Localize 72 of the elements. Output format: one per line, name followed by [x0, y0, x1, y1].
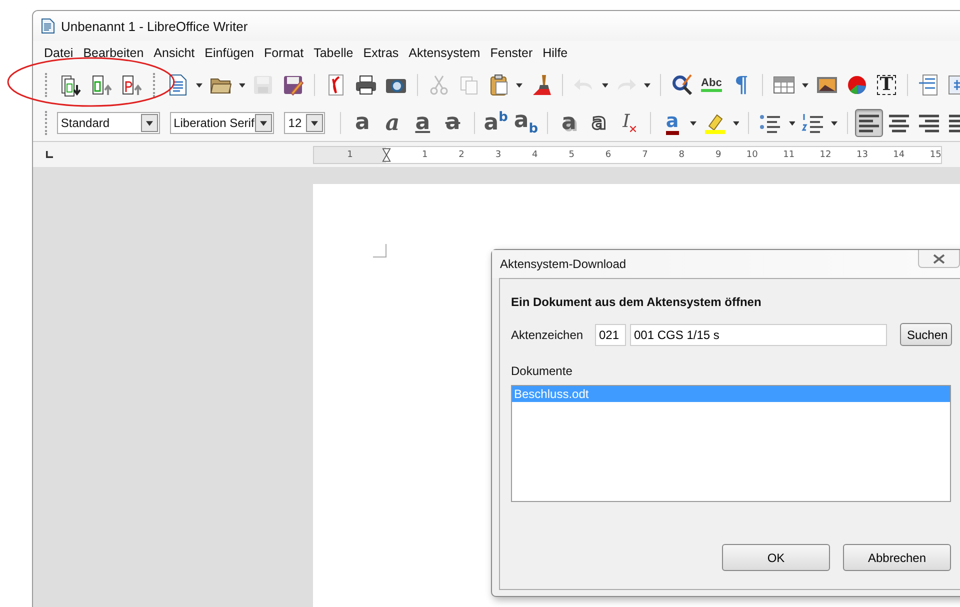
x-mark-icon — [630, 126, 636, 132]
ruler-number: 6 — [605, 148, 612, 162]
toolbar-grip[interactable] — [152, 73, 156, 97]
subscript-button[interactable]: a$_{b}$ — [512, 109, 540, 137]
ruler-number: 5 — [568, 148, 574, 162]
shadow-button[interactable]: a — [554, 109, 584, 137]
menu-item[interactable]: Bearbeiten — [78, 46, 149, 60]
pilcrow-button[interactable]: ¶ — [727, 71, 756, 99]
menu-item[interactable]: Aktensystem — [404, 46, 486, 60]
bold-button[interactable]: a — [348, 109, 376, 137]
file-number-field[interactable]: 001 CGS 1/15 s — [630, 324, 887, 346]
doc-download-icon — [58, 73, 83, 97]
ruler-number: 1 — [347, 148, 353, 162]
list-label: Dokumente — [511, 364, 574, 378]
numbering-icon — [801, 111, 826, 135]
caret-icon[interactable] — [732, 120, 740, 126]
search-button[interactable]: Suchen — [900, 323, 952, 346]
font-color-button[interactable]: a — [658, 109, 686, 137]
clear-button[interactable]: I — [615, 109, 644, 137]
menu-item[interactable]: Hilfe — [538, 46, 573, 60]
caret-icon[interactable] — [802, 82, 809, 88]
caret-icon[interactable] — [788, 120, 796, 126]
menu-item[interactable]: Einfügen — [200, 46, 260, 60]
menu-item[interactable]: Datei — [39, 46, 78, 60]
menu-item[interactable]: Fenster — [485, 46, 538, 60]
menu-item[interactable]: Ansicht — [148, 46, 200, 60]
ruler-number: 13 — [856, 148, 868, 162]
find-icon — [670, 73, 694, 97]
ruler-number: 12 — [820, 148, 832, 162]
toolbar-grip[interactable] — [45, 111, 49, 135]
tab-stop-icon[interactable] — [46, 151, 53, 158]
file-prefix-field[interactable]: 021 — [595, 324, 626, 346]
menu-item[interactable]: Extras — [358, 46, 404, 60]
ruler-number: 11 — [783, 148, 795, 162]
ruler-number: 8 — [678, 148, 684, 162]
dialog-title: Aktensystem-Download — [500, 257, 626, 271]
ruler-number: 10 — [746, 148, 758, 162]
outline-button[interactable]: a — [585, 109, 614, 137]
save-as-icon — [281, 73, 306, 97]
superscript-button[interactable]: a$^{b}$ — [482, 109, 510, 137]
ruler-number: 15 — [930, 148, 942, 162]
caret-icon[interactable] — [238, 82, 246, 88]
document-icon — [41, 18, 55, 34]
ruler-number: 7 — [642, 148, 648, 162]
print-icon — [354, 73, 378, 97]
indent-marker-icon[interactable] — [382, 146, 391, 162]
field-label: Aktenzeichen — [511, 328, 584, 342]
close-button[interactable] — [918, 250, 960, 268]
caret-icon[interactable] — [831, 120, 838, 126]
toolbar-grip[interactable] — [45, 73, 49, 97]
ruler-number: 14 — [893, 148, 905, 162]
close-icon — [933, 254, 945, 264]
ruler-number: 1 — [422, 148, 428, 162]
ruler-number: 4 — [532, 148, 538, 162]
window-title: Unbenannt 1 - LibreOffice Writer — [61, 18, 248, 34]
caret-icon[interactable] — [516, 82, 523, 88]
cancel-button[interactable]: Abbrechen — [843, 544, 951, 571]
align-left-button[interactable] — [854, 109, 883, 137]
text-boundary-mark — [373, 244, 387, 258]
spell-button[interactable]: Abc — [697, 71, 726, 99]
caret-icon[interactable] — [690, 120, 697, 126]
ruler-number: 3 — [495, 148, 502, 162]
ok-button[interactable]: OK — [722, 544, 830, 571]
menu-item[interactable]: Tabelle — [308, 46, 358, 60]
caret-icon[interactable] — [196, 82, 203, 88]
menu-item[interactable]: Format — [259, 46, 309, 60]
strike-button[interactable]: a — [438, 109, 467, 137]
ruler-number: 2 — [458, 148, 464, 162]
dialog-heading: Ein Dokument aus dem Aktensystem öffnen — [511, 295, 762, 309]
ruler-number: 9 — [715, 148, 722, 162]
italic-button[interactable]: a — [378, 109, 407, 137]
underline-button[interactable]: a — [408, 109, 437, 137]
